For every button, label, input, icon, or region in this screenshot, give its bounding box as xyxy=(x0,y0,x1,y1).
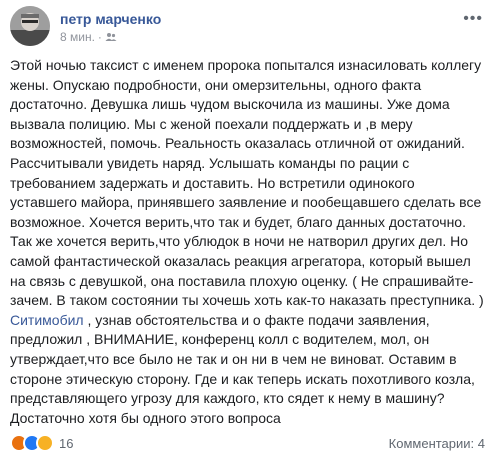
meta-separator: · xyxy=(97,30,102,44)
author-name[interactable]: петр марченко xyxy=(60,11,161,27)
friends-icon[interactable] xyxy=(105,32,117,42)
comments-count-link[interactable]: Комментарии: 4 xyxy=(389,436,485,451)
mention-link[interactable]: Ситимобил xyxy=(10,312,84,328)
wow-reaction-icon xyxy=(36,434,54,452)
post-meta: 8 мин. · xyxy=(60,30,117,44)
more-options-icon[interactable]: ••• xyxy=(463,10,483,28)
post-text: Этой ночью таксист с именем пророка попы… xyxy=(10,56,485,428)
post-time[interactable]: 8 мин. xyxy=(60,30,95,44)
post-header: петр марченко 8 мин. · ••• xyxy=(10,6,485,46)
post-text-part-1: Этой ночью таксист с именем пророка попы… xyxy=(10,57,484,309)
reactions-summary[interactable]: 16 xyxy=(10,434,73,452)
reaction-count: 16 xyxy=(59,435,74,451)
post-text-part-2: , узнав обстоятельства и о факте подачи … xyxy=(10,311,475,426)
avatar-photo xyxy=(10,6,50,46)
post-footer: 16 Комментарии: 4 xyxy=(10,430,485,458)
avatar[interactable] xyxy=(10,6,50,46)
